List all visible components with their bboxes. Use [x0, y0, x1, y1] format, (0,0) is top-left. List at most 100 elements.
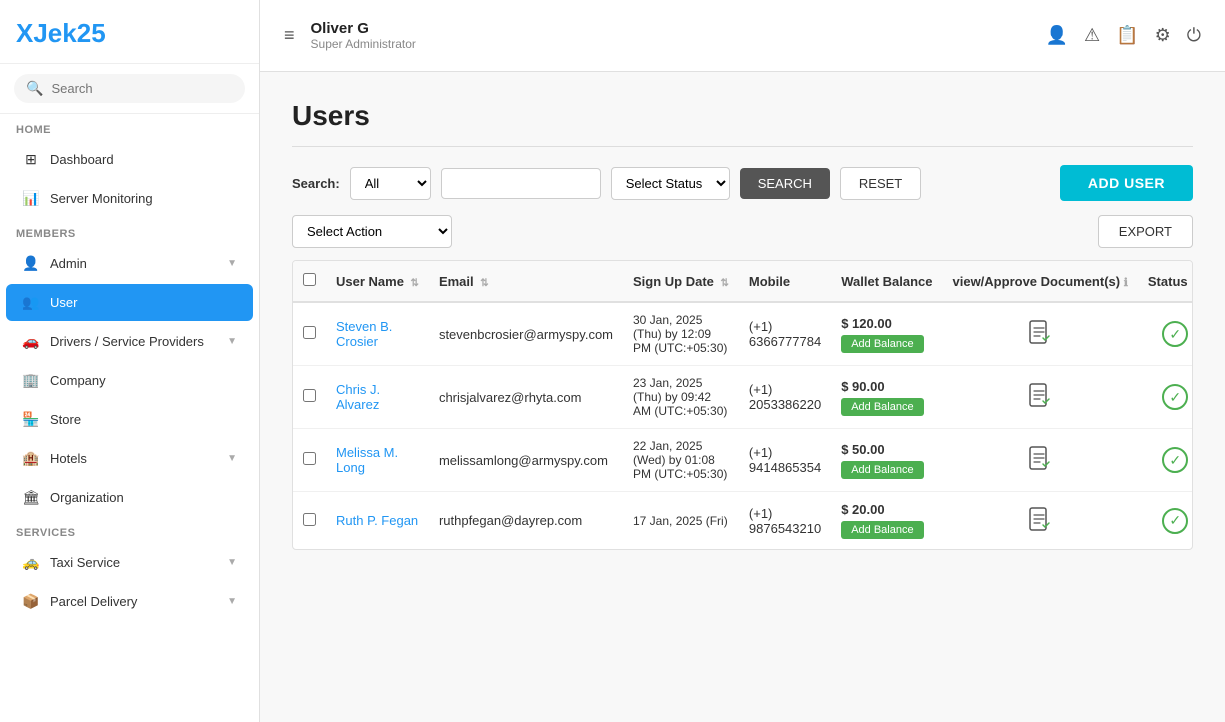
- add-user-button[interactable]: ADD USER: [1060, 165, 1193, 201]
- row-username: Steven B. Crosier: [326, 302, 429, 366]
- main-content: ≡ Oliver G Super Administrator 👤 ⚠ 📋 ⚙ ⏻…: [260, 0, 1225, 722]
- notes-icon[interactable]: 📋: [1116, 25, 1138, 46]
- row-mobile: (+1) 2053386220: [739, 366, 831, 429]
- search-input[interactable]: [51, 81, 233, 96]
- sidebar-item-parcel-delivery[interactable]: 📦 Parcel Delivery ▼: [6, 583, 253, 620]
- row-document-cell: [943, 429, 1138, 492]
- settings-icon[interactable]: ⚙: [1155, 25, 1171, 46]
- search-label: Search:: [292, 176, 340, 191]
- wallet-amount: $ 20.00: [841, 502, 932, 517]
- sidebar-item-server-monitoring[interactable]: 📊 Server Monitoring: [6, 180, 253, 217]
- row-checkbox-cell: [293, 492, 326, 550]
- row-email: melissamlong@armyspy.com: [429, 429, 623, 492]
- document-icon[interactable]: [953, 446, 1128, 474]
- document-icon[interactable]: [953, 320, 1128, 348]
- sidebar-search-container: 🔍: [0, 64, 259, 114]
- sidebar-item-label: Organization: [50, 490, 237, 505]
- user-link[interactable]: Chris J. Alvarez: [336, 382, 380, 412]
- export-button[interactable]: EXPORT: [1098, 215, 1193, 248]
- row-checkbox[interactable]: [303, 389, 316, 402]
- row-checkbox[interactable]: [303, 513, 316, 526]
- sort-icon[interactable]: ⇅: [721, 278, 729, 289]
- row-checkbox-cell: [293, 302, 326, 366]
- dashboard-icon: ⊞: [22, 151, 40, 168]
- col-header-mobile: Mobile: [739, 261, 831, 302]
- sidebar-item-label: Hotels: [50, 451, 217, 466]
- search-button[interactable]: SEARCH: [740, 168, 830, 199]
- profile-icon[interactable]: 👤: [1046, 25, 1068, 46]
- add-balance-button[interactable]: Add Balance: [841, 461, 923, 479]
- row-email: chrisjalvarez@rhyta.com: [429, 366, 623, 429]
- row-document-cell: [943, 492, 1138, 550]
- topbar-user-info: Oliver G Super Administrator: [311, 20, 1030, 51]
- row-mobile: (+1) 9414865354: [739, 429, 831, 492]
- search-box[interactable]: 🔍: [14, 74, 245, 103]
- table-row: Steven B. Crosier stevenbcrosier@armyspy…: [293, 302, 1193, 366]
- users-table: User Name ⇅ Email ⇅ Sign Up Date ⇅ Mobil…: [293, 261, 1193, 549]
- company-icon: 🏢: [22, 372, 40, 389]
- sidebar-item-organization[interactable]: 🏛 Organization: [6, 479, 253, 516]
- info-icon: ℹ: [1124, 277, 1128, 289]
- row-username: Melissa M. Long: [326, 429, 429, 492]
- status-icon: ✓: [1148, 384, 1193, 410]
- user-link[interactable]: Melissa M. Long: [336, 445, 398, 475]
- status-select[interactable]: Select Status Active Inactive: [611, 167, 730, 200]
- search-text-input[interactable]: [441, 168, 601, 199]
- sidebar-item-admin[interactable]: 👤 Admin ▼: [6, 245, 253, 282]
- sidebar-item-label: Dashboard: [50, 152, 237, 167]
- col-header-documents: view/Approve Document(s) ℹ: [943, 261, 1138, 302]
- row-signup-date: 17 Jan, 2025 (Fri): [623, 492, 739, 550]
- col-header-email: Email ⇅: [429, 261, 623, 302]
- chevron-down-icon: ▼: [227, 557, 237, 568]
- sidebar-item-label: Store: [50, 412, 237, 427]
- add-balance-button[interactable]: Add Balance: [841, 521, 923, 539]
- search-icon: 🔍: [26, 80, 43, 97]
- sidebar: XJek25 🔍 HOME ⊞ Dashboard 📊 Server Monit…: [0, 0, 260, 722]
- sidebar-item-hotels[interactable]: 🏨 Hotels ▼: [6, 440, 253, 477]
- search-filter-select[interactable]: All Name Email Mobile: [350, 167, 431, 200]
- menu-toggle-button[interactable]: ≡: [284, 25, 295, 46]
- sidebar-item-taxi-service[interactable]: 🚕 Taxi Service ▼: [6, 544, 253, 581]
- row-status-cell: ✓: [1138, 429, 1193, 492]
- user-link[interactable]: Ruth P. Fegan: [336, 513, 418, 528]
- reset-button[interactable]: RESET: [840, 167, 921, 200]
- power-icon[interactable]: ⏻: [1187, 25, 1201, 46]
- row-checkbox[interactable]: [303, 326, 316, 339]
- sidebar-item-label: Admin: [50, 256, 217, 271]
- status-check: ✓: [1162, 508, 1188, 534]
- sort-icon[interactable]: ⇅: [480, 278, 488, 289]
- table-row: Chris J. Alvarez chrisjalvarez@rhyta.com…: [293, 366, 1193, 429]
- select-all-checkbox[interactable]: [303, 273, 316, 286]
- topbar-actions: 👤 ⚠ 📋 ⚙ ⏻: [1046, 25, 1201, 46]
- section-home-label: HOME: [0, 114, 259, 140]
- row-wallet: $ 20.00 Add Balance: [831, 492, 942, 550]
- sidebar-item-label: Taxi Service: [50, 555, 217, 570]
- add-balance-button[interactable]: Add Balance: [841, 398, 923, 416]
- page-content: Users Search: All Name Email Mobile Sele…: [260, 72, 1225, 722]
- document-icon[interactable]: [953, 507, 1128, 535]
- logo-text: XJek: [16, 18, 77, 48]
- row-checkbox[interactable]: [303, 452, 316, 465]
- col-header-status: Status ⇅: [1138, 261, 1193, 302]
- add-balance-button[interactable]: Add Balance: [841, 335, 923, 353]
- store-icon: 🏪: [22, 411, 40, 428]
- alert-icon[interactable]: ⚠: [1084, 25, 1100, 46]
- sort-icon[interactable]: ⇅: [411, 278, 419, 289]
- page-title: Users: [292, 100, 1193, 147]
- select-action-dropdown[interactable]: Select Action Delete Activate Deactivate: [292, 215, 452, 248]
- user-link[interactable]: Steven B. Crosier: [336, 319, 392, 349]
- sidebar-item-user[interactable]: 👥 User: [6, 284, 253, 321]
- users-table-container: User Name ⇅ Email ⇅ Sign Up Date ⇅ Mobil…: [292, 260, 1193, 550]
- app-logo: XJek25: [0, 0, 259, 64]
- parcel-icon: 📦: [22, 593, 40, 610]
- sidebar-item-label: Parcel Delivery: [50, 594, 217, 609]
- document-icon[interactable]: [953, 383, 1128, 411]
- chevron-down-icon: ▼: [227, 596, 237, 607]
- sidebar-item-drivers-service-providers[interactable]: 🚗 Drivers / Service Providers ▼: [6, 323, 253, 360]
- sidebar-item-company[interactable]: 🏢 Company: [6, 362, 253, 399]
- sidebar-item-store[interactable]: 🏪 Store: [6, 401, 253, 438]
- sidebar-item-label: Company: [50, 373, 237, 388]
- sidebar-item-dashboard[interactable]: ⊞ Dashboard: [6, 141, 253, 178]
- section-services-label: SERVICES: [0, 517, 259, 543]
- hotels-icon: 🏨: [22, 450, 40, 467]
